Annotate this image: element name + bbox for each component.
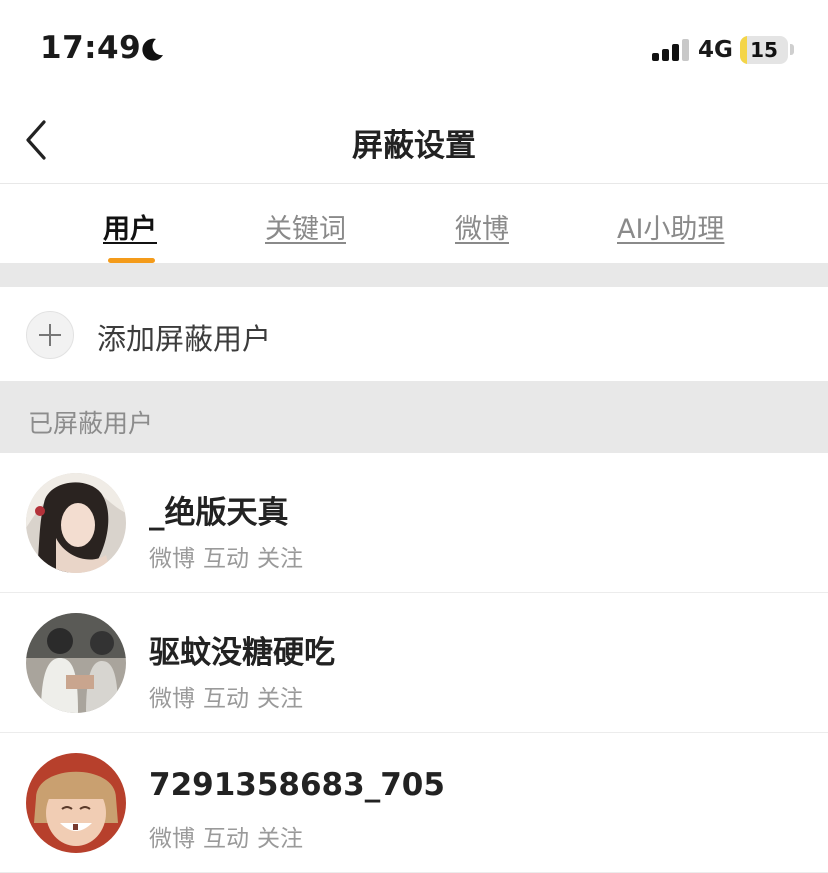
tag-weibo: 微博: [149, 546, 195, 572]
tag-weibo: 微博: [149, 826, 195, 852]
blocked-user-row[interactable]: _绝版天真 微博 互动 关注: [0, 453, 828, 593]
signal-icon: [652, 39, 689, 61]
battery-cap: [790, 44, 794, 55]
tag-follow: 关注: [257, 546, 303, 572]
tab-weibo[interactable]: 微博: [455, 207, 509, 246]
battery-indicator: 15: [740, 36, 788, 64]
tag-follow: 关注: [257, 826, 303, 852]
avatar[interactable]: [26, 753, 126, 853]
section-title: 已屏蔽用户: [28, 409, 154, 438]
network-label: 4G: [698, 37, 733, 63]
user-name: _绝版天真: [149, 495, 289, 531]
add-blocked-user-row[interactable]: 添加屏蔽用户: [0, 287, 828, 381]
tab-users[interactable]: 用户: [103, 207, 157, 246]
add-blocked-user-label: 添加屏蔽用户: [97, 322, 272, 356]
avatar[interactable]: [26, 473, 126, 573]
user-tags: 微博 互动 关注: [149, 539, 311, 573]
user-name: 7291358683_705: [149, 767, 445, 803]
battery-level: 15: [750, 38, 778, 62]
avatar[interactable]: [26, 613, 126, 713]
page-title: 屏蔽设置: [352, 128, 476, 164]
blocked-user-row[interactable]: 7291358683_705 微博 互动 关注: [0, 733, 828, 873]
user-tags: 微博 互动 关注: [149, 819, 311, 853]
tab-ai-assistant[interactable]: AI小助理: [617, 207, 724, 246]
tag-interaction: 互动: [203, 686, 249, 712]
tag-interaction: 互动: [203, 546, 249, 572]
moon-icon: [142, 38, 163, 61]
tab-bar: 用户 关键词 微博 AI小助理: [0, 185, 828, 263]
tag-interaction: 互动: [203, 826, 249, 852]
status-bar: 17:49 4G 15: [0, 0, 828, 98]
user-name: 驱蚊没糖硬吃: [149, 635, 335, 671]
tag-follow: 关注: [257, 686, 303, 712]
status-time: 17:49: [40, 30, 142, 66]
plus-icon[interactable]: [26, 311, 74, 359]
divider: [0, 263, 828, 287]
section-header: 已屏蔽用户: [0, 381, 828, 453]
nav-bar: 屏蔽设置: [0, 98, 828, 184]
tag-weibo: 微博: [149, 686, 195, 712]
tab-keywords[interactable]: 关键词: [265, 207, 346, 246]
blocked-user-row[interactable]: 驱蚊没糖硬吃 微博 互动 关注: [0, 593, 828, 733]
user-tags: 微博 互动 关注: [149, 679, 311, 713]
